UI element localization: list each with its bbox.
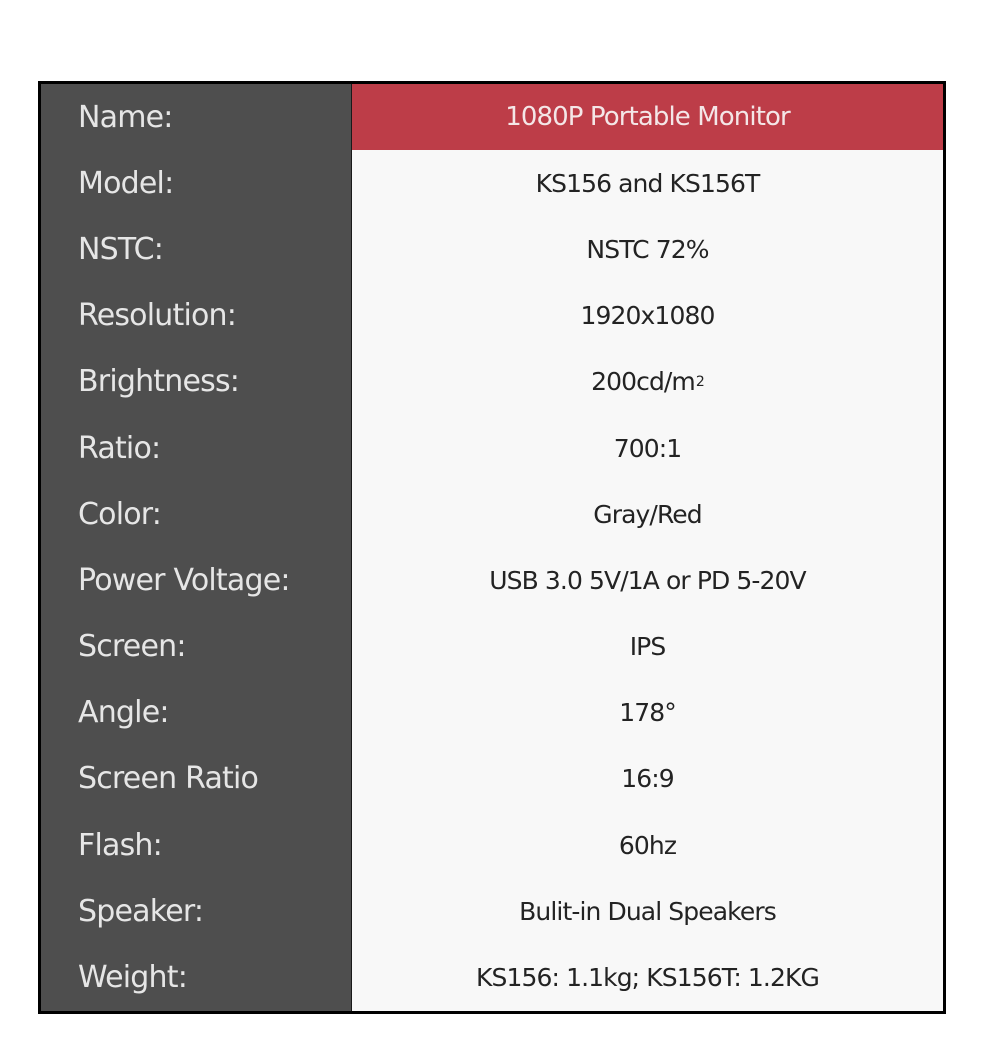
spec-label-resolution: Resolution:: [78, 298, 237, 334]
spec-label-name: Name:: [78, 99, 173, 135]
spec-value-flash: 60hz: [618, 830, 677, 860]
spec-label-model: Model:: [78, 165, 174, 201]
spec-label-speaker: Speaker:: [78, 893, 204, 929]
spec-value-ratio: 700:1: [613, 433, 682, 463]
brightness-value-text: 200cd/m: [591, 367, 696, 397]
spec-label-ratio: Ratio:: [78, 430, 161, 466]
spec-label-weight: Weight:: [78, 960, 188, 996]
spec-label-flash: Flash:: [78, 827, 163, 863]
spec-table: Name: Model: NSTC: Resolution: Brightnes…: [38, 81, 946, 1014]
spec-value-color: Gray/Red: [593, 499, 702, 529]
spec-value-name: 1080P Portable Monitor: [352, 84, 943, 151]
spec-label-screen: Screen:: [78, 629, 186, 665]
spec-value-power-voltage: USB 3.0 5V/1A or PD 5-20V: [489, 565, 806, 595]
spec-value-speaker: Bulit-in Dual Speakers: [519, 896, 777, 926]
spec-label-color: Color:: [78, 496, 162, 532]
spec-label-screen-ratio: Screen Ratio: [78, 761, 259, 797]
spec-value-weight: KS156: 1.1kg; KS156T: 1.2KG: [476, 963, 820, 993]
spec-value-model: KS156 and KS156T: [535, 168, 761, 198]
brightness-superscript: 2: [695, 373, 705, 390]
label-column: Name: Model: NSTC: Resolution: Brightnes…: [41, 84, 352, 1011]
spec-label-nstc: NSTC:: [78, 231, 164, 267]
value-column: 1080P Portable Monitor KS156 and KS156T …: [352, 84, 943, 1011]
spec-value-nstc: NSTC 72%: [586, 234, 709, 264]
spec-value-brightness: 200cd/m 2: [352, 349, 943, 415]
spec-value-screen: IPS: [629, 632, 667, 662]
spec-label-angle: Angle:: [78, 695, 169, 731]
spec-value-screen-ratio: 16:9: [621, 764, 674, 794]
spec-label-power-voltage: Power Voltage:: [78, 562, 290, 598]
spec-value-resolution: 1920x1080: [580, 301, 716, 331]
spec-label-brightness: Brightness:: [78, 364, 240, 400]
spec-value-angle: 178°: [619, 698, 677, 728]
